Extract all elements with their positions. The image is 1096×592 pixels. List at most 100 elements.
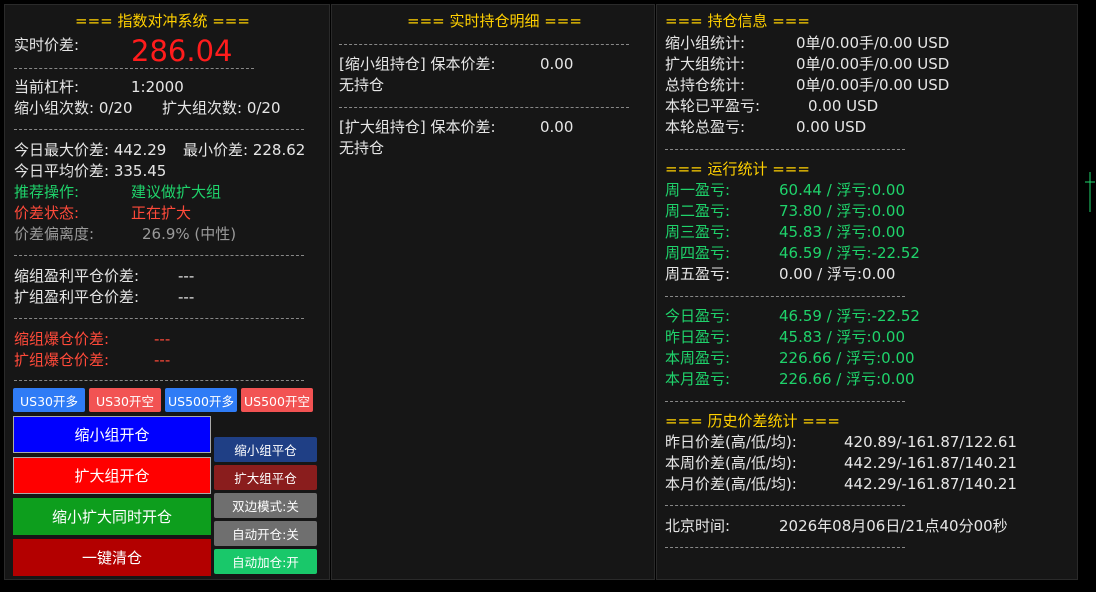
deviation-label: 价差偏离度:	[14, 225, 95, 243]
today-min-spread: 最小价差: 228.62	[183, 141, 306, 159]
leverage-value: 1:2000	[131, 78, 184, 96]
us30-long-button[interactable]: US30开多	[13, 388, 85, 412]
shrink-tp-label: 缩组盈利平仓价差:	[14, 267, 140, 285]
shrink-breakeven-value: 0.00	[540, 55, 574, 73]
expand-close-button[interactable]: 扩大组平仓	[214, 465, 317, 490]
chart-candle-icon	[1085, 172, 1095, 212]
weekday-pl-value: 46.59 / 浮亏:-22.52	[779, 244, 920, 262]
position-detail-panel: === 实时持仓明细 === [缩小组持仓] 保本价差: 0.00 无持仓 [扩…	[331, 4, 655, 580]
shrink-stat-label: 缩小组统计:	[665, 34, 746, 52]
history-label: 本月价差(高/低/均):	[665, 475, 797, 493]
both-open-button[interactable]: 缩小扩大同时开仓	[13, 498, 211, 535]
statistics-panel: === 持仓信息 === 缩小组统计: 0单/0.00手/0.00 USD 扩大…	[656, 4, 1078, 580]
expand-stat-value: 0单/0.00手/0.00 USD	[796, 55, 950, 73]
shrink-stat-value: 0单/0.00手/0.00 USD	[796, 34, 950, 52]
run-stats-title: === 运行统计 ===	[665, 160, 810, 178]
us500-short-button[interactable]: US500开空	[241, 388, 313, 412]
expand-liq-label: 扩组爆仓价差:	[14, 351, 110, 369]
total-stat-value: 0单/0.00手/0.00 USD	[796, 76, 950, 94]
expand-tp-label: 扩组盈利平仓价差:	[14, 288, 140, 306]
history-label: 本周价差(高/低/均):	[665, 454, 797, 472]
divider	[665, 296, 905, 297]
today-avg-spread: 今日平均价差: 335.45	[14, 162, 167, 180]
total-pl-value: 0.00 USD	[796, 118, 867, 136]
period-pl-label: 本月盈亏:	[665, 370, 731, 388]
weekday-pl-value: 60.44 / 浮亏:0.00	[779, 181, 905, 199]
weekday-pl-label: 周三盈亏:	[665, 223, 731, 241]
weekday-pl-label: 周二盈亏:	[665, 202, 731, 220]
beijing-time-value: 2026年08月06日/21点40分00秒	[779, 517, 1008, 535]
expand-breakeven-value: 0.00	[540, 118, 574, 136]
expand-empty-text: 无持仓	[339, 139, 385, 157]
expand-stat-label: 扩大组统计:	[665, 55, 746, 73]
weekday-pl-value: 45.83 / 浮亏:0.00	[779, 223, 905, 241]
history-value: 442.29/-161.87/140.21	[844, 475, 1017, 493]
divider	[665, 505, 905, 506]
expand-position-header: [扩大组持仓] 保本价差:	[339, 118, 496, 136]
divider	[665, 149, 905, 150]
shrink-empty-text: 无持仓	[339, 76, 385, 94]
history-stats-title: === 历史价差统计 ===	[665, 412, 840, 430]
panel-title: === 指数对冲系统 ===	[75, 12, 250, 30]
expand-open-button[interactable]: 扩大组开仓	[13, 457, 211, 494]
period-pl-label: 本周盈亏:	[665, 349, 731, 367]
period-pl-value: 226.66 / 浮亏:0.00	[779, 370, 915, 388]
spread-label: 实时价差:	[14, 36, 80, 54]
shrink-count: 缩小组次数: 0/20	[14, 99, 133, 117]
period-pl-value: 45.83 / 浮亏:0.00	[779, 328, 905, 346]
us500-long-button[interactable]: US500开多	[165, 388, 237, 412]
period-pl-label: 今日盈亏:	[665, 307, 731, 325]
us30-short-button[interactable]: US30开空	[89, 388, 161, 412]
closed-pl-label: 本轮已平盈亏:	[665, 97, 761, 115]
history-label: 昨日价差(高/低/均):	[665, 433, 797, 451]
divider	[14, 68, 254, 69]
divider	[665, 547, 905, 548]
divider	[14, 380, 304, 381]
deviation-value: 26.9% (中性)	[142, 225, 237, 243]
beijing-time-label: 北京时间:	[665, 517, 731, 535]
auto-open-toggle[interactable]: 自动开仓:关	[214, 521, 317, 546]
dual-mode-toggle[interactable]: 双边模式:关	[214, 493, 317, 518]
recommend-label: 推荐操作:	[14, 183, 80, 201]
period-pl-value: 46.59 / 浮亏:-22.52	[779, 307, 920, 325]
weekday-pl-label: 周四盈亏:	[665, 244, 731, 262]
divider	[14, 318, 304, 319]
shrink-close-button[interactable]: 缩小组平仓	[214, 437, 317, 462]
weekday-pl-value: 73.80 / 浮亏:0.00	[779, 202, 905, 220]
top-bar	[0, 0, 1096, 3]
state-label: 价差状态:	[14, 204, 80, 222]
auto-add-toggle[interactable]: 自动加仓:开	[214, 549, 317, 574]
close-all-button[interactable]: 一键清仓	[13, 539, 211, 576]
history-value: 442.29/-161.87/140.21	[844, 454, 1017, 472]
position-info-title: === 持仓信息 ===	[665, 12, 810, 30]
weekday-pl-label: 周五盈亏:	[665, 265, 731, 283]
total-stat-label: 总持仓统计:	[665, 76, 746, 94]
closed-pl-value: 0.00 USD	[808, 97, 879, 115]
shrink-position-header: [缩小组持仓] 保本价差:	[339, 55, 496, 73]
divider	[14, 129, 304, 130]
divider	[14, 255, 304, 256]
expand-tp-value: ---	[178, 288, 195, 306]
expand-liq-value: ---	[154, 351, 171, 369]
shrink-liq-value: ---	[154, 330, 171, 348]
divider	[665, 401, 905, 402]
state-value: 正在扩大	[131, 204, 192, 222]
divider	[339, 44, 629, 45]
today-max-spread: 今日最大价差: 442.29	[14, 141, 167, 159]
history-value: 420.89/-161.87/122.61	[844, 433, 1017, 451]
total-pl-label: 本轮总盈亏:	[665, 118, 746, 136]
panel-title: === 实时持仓明细 ===	[407, 12, 582, 30]
period-pl-value: 226.66 / 浮亏:0.00	[779, 349, 915, 367]
weekday-pl-value: 0.00 / 浮亏:0.00	[779, 265, 896, 283]
period-pl-label: 昨日盈亏:	[665, 328, 731, 346]
weekday-pl-label: 周一盈亏:	[665, 181, 731, 199]
hedge-system-panel: === 指数对冲系统 === 实时价差: 286.04 当前杠杆: 1:2000…	[4, 4, 330, 580]
expand-count: 扩大组次数: 0/20	[162, 99, 281, 117]
recommend-value: 建议做扩大组	[131, 183, 222, 201]
divider	[339, 107, 629, 108]
shrink-liq-label: 缩组爆仓价差:	[14, 330, 110, 348]
shrink-open-button[interactable]: 缩小组开仓	[13, 416, 211, 453]
shrink-tp-value: ---	[178, 267, 195, 285]
leverage-label: 当前杠杆:	[14, 78, 80, 96]
spread-value: 286.04	[131, 34, 233, 68]
